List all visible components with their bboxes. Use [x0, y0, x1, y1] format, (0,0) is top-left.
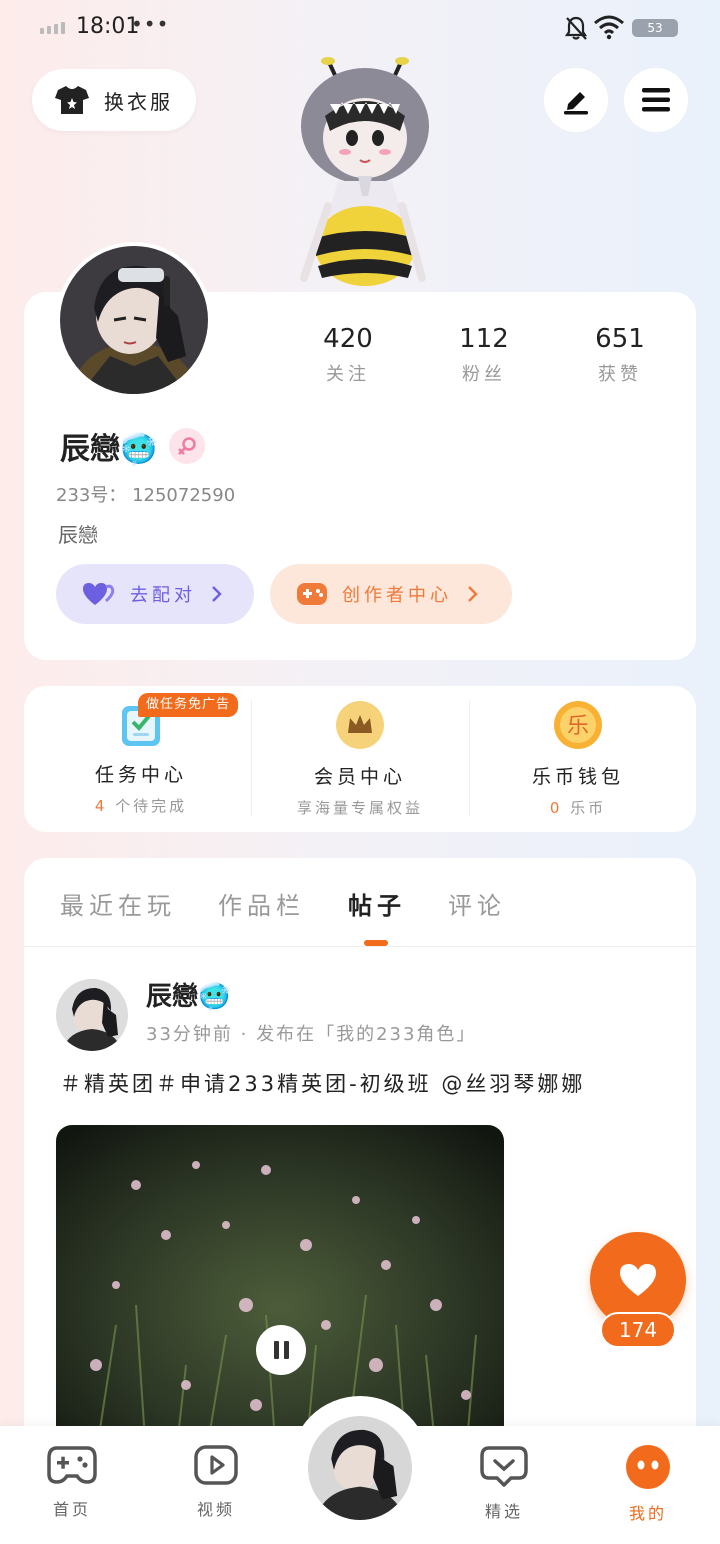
tab-comments[interactable]: 评论	[448, 886, 506, 921]
gamepad-icon	[297, 583, 327, 605]
stat-following[interactable]: 420 关注	[288, 324, 408, 386]
edit-profile-button[interactable]	[544, 68, 608, 132]
stat-following-count: 420	[323, 324, 373, 354]
shirt-icon	[55, 86, 89, 114]
tab-posts[interactable]: 帖子	[348, 886, 406, 921]
chevron-right-icon	[212, 586, 222, 602]
post-author-avatar[interactable]	[56, 979, 128, 1051]
vip-center-title: 会员中心	[313, 766, 406, 788]
pair-button[interactable]: 去配对	[56, 564, 254, 624]
pause-icon	[273, 1341, 279, 1359]
stat-likes-label: 获赞	[598, 364, 642, 385]
task-center-sub: 4 个待完成	[94, 797, 188, 815]
nav-home-label: 首页	[52, 1500, 91, 1519]
stat-fans-label: 粉丝	[462, 364, 506, 385]
change-outfit-label: 换衣服	[104, 89, 173, 114]
heart-pair-icon	[83, 583, 115, 605]
pause-button[interactable]	[256, 1325, 306, 1375]
pair-label: 去配对	[130, 585, 196, 606]
menu-button[interactable]	[624, 68, 688, 132]
stat-fans[interactable]: 112 粉丝	[424, 324, 544, 386]
profile-avatar-image	[60, 246, 208, 394]
nav-featured-label: 精选	[484, 1502, 523, 1521]
username-row: 辰戀🥶	[60, 424, 206, 468]
face-icon	[626, 1445, 670, 1489]
battery-indicator: 53	[632, 19, 678, 37]
task-center-title: 任务中心	[94, 764, 187, 786]
post-author-name[interactable]: 辰戀🥶	[146, 976, 230, 1013]
nav-video-label: 视频	[196, 1500, 235, 1519]
post-text: ＃精英团＃申请233精英团-初级班 @丝羽琴娜娜	[60, 1072, 586, 1096]
status-dots: •••	[131, 12, 170, 36]
coin-wallet-title: 乐币钱包	[531, 766, 624, 788]
signal-icon	[40, 22, 65, 34]
user-id: 233号： 125072590	[56, 485, 236, 506]
edit-pen-icon	[564, 92, 588, 115]
nav-video[interactable]: 视频	[166, 1444, 266, 1520]
username: 辰戀🥶	[60, 432, 158, 467]
coin-balance: 0	[549, 799, 563, 817]
chevron-right-icon	[468, 586, 478, 602]
coin-wallet[interactable]: 乐 乐币钱包 0 乐币	[469, 700, 687, 818]
wifi-icon	[594, 15, 624, 40]
creator-center-button[interactable]: 创作者中心	[270, 564, 512, 624]
task-pending-count: 4	[94, 797, 108, 815]
tabs-divider	[24, 946, 696, 947]
menu-icon	[642, 88, 670, 112]
crown-icon	[336, 701, 384, 749]
stat-fans-count: 112	[459, 324, 509, 354]
nav-mine[interactable]: 我的	[598, 1444, 698, 1524]
profile-avatar[interactable]	[56, 242, 212, 398]
gamepad-icon	[47, 1446, 97, 1484]
svg-text:乐: 乐	[567, 714, 589, 739]
vip-center[interactable]: 会员中心 享海量专属权益	[251, 700, 469, 818]
coin-icon: 乐	[554, 701, 602, 749]
heart-icon	[620, 1264, 656, 1296]
task-center[interactable]: 任务中心 4 个待完成	[32, 700, 250, 816]
post-video[interactable]	[56, 1125, 504, 1455]
user-signature: 辰戀	[58, 523, 98, 547]
stat-likes[interactable]: 651 获赞	[560, 324, 680, 386]
heart-chat-icon	[480, 1446, 528, 1487]
like-count: 174	[600, 1312, 676, 1348]
creator-center-label: 创作者中心	[342, 585, 452, 606]
nav-featured[interactable]: 精选	[454, 1444, 554, 1522]
stat-following-label: 关注	[326, 364, 370, 385]
vip-center-sub: 享海量专属权益	[296, 799, 423, 817]
tab-recently-played[interactable]: 最近在玩	[60, 886, 176, 921]
coin-wallet-sub: 0 乐币	[549, 799, 607, 817]
nav-home[interactable]: 首页	[22, 1444, 122, 1520]
bell-muted-icon	[564, 16, 588, 40]
status-time: 18:01	[76, 14, 140, 39]
female-gender-icon	[169, 428, 206, 464]
nav-center-avatar[interactable]	[304, 1412, 416, 1524]
stat-likes-count: 651	[595, 324, 645, 354]
tab-works[interactable]: 作品栏	[218, 886, 305, 921]
change-outfit-button[interactable]: 换衣服	[32, 69, 196, 131]
nav-mine-label: 我的	[628, 1504, 667, 1523]
avatar-character-image	[300, 57, 429, 286]
task-ad-free-badge: 做任务免广告	[138, 693, 239, 717]
post-meta: 33分钟前 · 发布在「我的233角色」	[146, 1024, 477, 1045]
video-play-icon	[194, 1445, 238, 1485]
